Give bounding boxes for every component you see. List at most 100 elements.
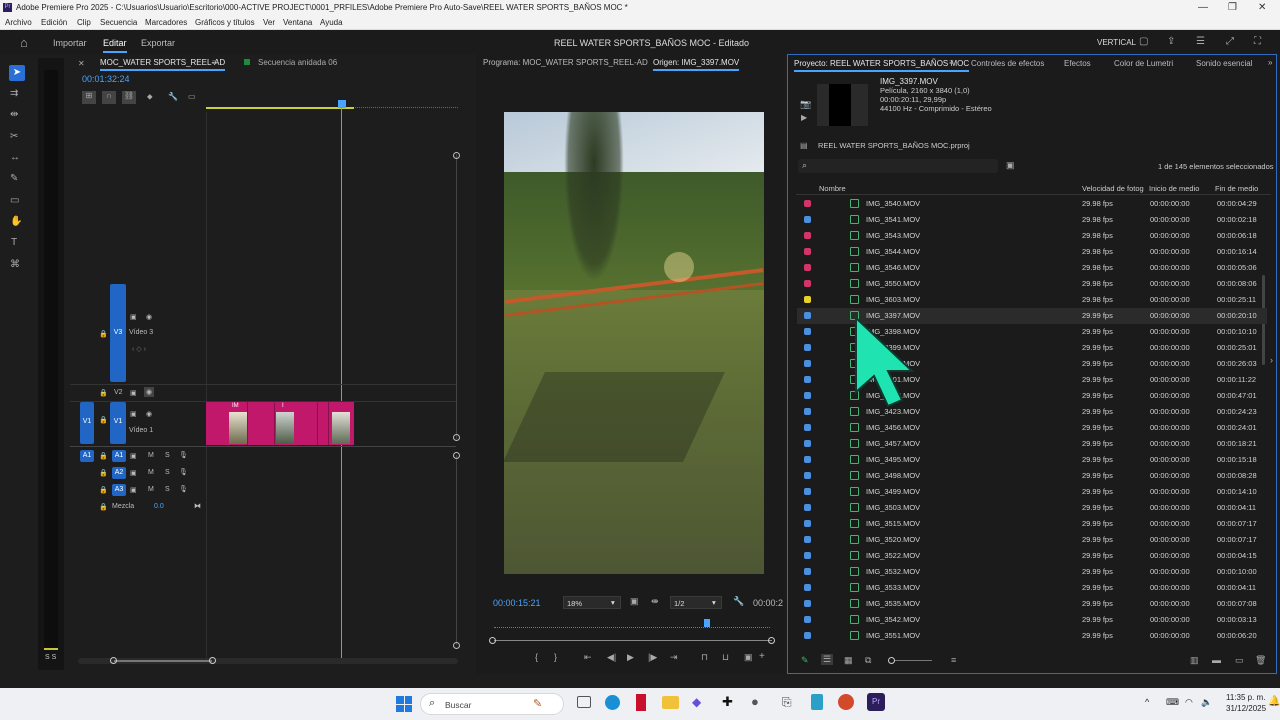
wrench-icon[interactable]: 🔧 [733, 596, 744, 607]
a2-mic-icon[interactable]: 🎙 [179, 468, 188, 476]
clipboard-icon[interactable]: ⎘ [782, 695, 792, 710]
a3-mic-icon[interactable]: 🎙 [179, 485, 188, 493]
mark-out-icon[interactable]: } [554, 652, 557, 662]
project-menu-icon[interactable]: ≡ [949, 58, 954, 67]
monitor-playhead[interactable] [704, 619, 710, 627]
marker-icon[interactable]: ⬥ [147, 92, 153, 102]
label-color-swatch[interactable] [804, 632, 811, 639]
linked-selection-icon[interactable]: ⛓ [122, 91, 136, 104]
mark-in-icon[interactable]: { [535, 652, 538, 662]
project-row[interactable]: IMG_3498.MOV 29.99 fps 00:00:00:00 00:00:08… [797, 468, 1267, 484]
project-row[interactable]: IMG_3533.MOV 29.99 fps 00:00:00:00 00:00:04… [797, 580, 1267, 596]
audio-scroll-handle-bottom[interactable] [453, 642, 460, 649]
work-area-bar[interactable] [206, 107, 354, 109]
tray-chevron-icon[interactable]: ^ [1145, 697, 1149, 707]
label-color-swatch[interactable] [804, 408, 811, 415]
tab-editar[interactable]: Editar [103, 38, 127, 53]
program-title[interactable]: Programa: MOC_WATER SPORTS_REEL-AD [483, 58, 648, 67]
menu-edicion[interactable]: Edición [41, 18, 67, 27]
a3-mute-button[interactable]: M [148, 486, 154, 493]
a2-mute-button[interactable]: M [148, 469, 154, 476]
tab-essential-sound[interactable]: Sonido esencial [1196, 59, 1252, 68]
v1-target[interactable]: V1 [110, 402, 126, 444]
label-color-swatch[interactable] [804, 312, 811, 319]
a1-mic-icon[interactable]: 🎙 [179, 451, 188, 459]
v3-keyframe-nav-icon[interactable]: ‹ ◇ › [132, 345, 146, 353]
project-row[interactable]: IMG_3495.MOV 29.99 fps 00:00:00:00 00:00:15… [797, 452, 1267, 468]
sequence-menu-icon[interactable]: ≡ [212, 58, 217, 67]
edge-icon[interactable] [605, 695, 620, 710]
label-color-swatch[interactable] [804, 424, 811, 431]
a1-mute-button[interactable]: M [148, 452, 154, 459]
label-color-swatch[interactable] [804, 264, 811, 271]
search-input[interactable]: ⌕ [798, 159, 998, 173]
timeline-clip[interactable] [249, 402, 275, 445]
close-button[interactable]: ✕ [1258, 2, 1266, 13]
game-icon[interactable]: ◆ [692, 695, 701, 709]
pen-tool-icon[interactable]: ✎ [10, 173, 18, 184]
thumb-size-handle[interactable] [888, 657, 895, 664]
tab-nested-sequence[interactable]: Secuencia anidada 06 [258, 58, 337, 67]
project-row[interactable]: IMG_3544.MOV 29.98 fps 00:00:00:00 00:00:16… [797, 244, 1267, 260]
v2-lock-icon[interactable]: 🔒 [99, 389, 108, 397]
mix-value[interactable]: 0.0 [154, 503, 164, 510]
razor-tool-icon[interactable]: ✂ [10, 131, 18, 142]
timeline-clip[interactable] [319, 402, 329, 445]
quick-export-icon[interactable]: ☰ [1196, 36, 1205, 47]
maximize-button[interactable]: ❐ [1228, 2, 1237, 13]
keyboard-icon[interactable]: ⌨ [1166, 697, 1179, 708]
label-color-swatch[interactable] [804, 392, 811, 399]
notepad-icon[interactable] [811, 694, 823, 710]
add-button-icon[interactable]: + [759, 651, 765, 662]
label-color-swatch[interactable] [804, 520, 811, 527]
pencil-icon[interactable]: ✎ [801, 655, 809, 666]
go-to-in-icon[interactable]: ⇤ [584, 652, 592, 663]
premiere-taskbar-icon[interactable]: Pr [867, 693, 885, 711]
project-row[interactable]: IMG_3551.MOV 29.99 fps 00:00:00:00 00:00:06… [797, 628, 1267, 644]
overwrite-icon[interactable]: ⊔ [722, 652, 729, 663]
label-color-swatch[interactable] [804, 600, 811, 607]
menu-clip[interactable]: Clip [77, 18, 91, 27]
audio-scroll-track[interactable] [456, 455, 457, 645]
playhead-handle[interactable] [338, 100, 346, 108]
go-to-out-icon[interactable]: ⇥ [670, 652, 678, 663]
v1-eye-icon[interactable]: ◉ [146, 410, 152, 418]
monitor-zoom-left[interactable] [489, 637, 496, 644]
hand-tool-icon[interactable]: ✋ [10, 216, 22, 227]
export-frame-icon[interactable]: ▣ [744, 652, 753, 663]
audio-scroll-handle-top[interactable] [453, 452, 460, 459]
type-tool-icon[interactable]: T [11, 237, 17, 248]
project-row[interactable]: IMG_3499.MOV 29.99 fps 00:00:00:00 00:00:14… [797, 484, 1267, 500]
tab-importar[interactable]: Importar [53, 38, 87, 48]
new-bin-icon[interactable]: ▣ [1006, 160, 1015, 171]
a1-target[interactable]: A1 [112, 450, 126, 462]
track-select-tool-icon[interactable]: ⇉ [10, 88, 18, 99]
a2-lock-icon[interactable]: 🔒 [99, 469, 108, 477]
slip-tool-icon[interactable]: ↔ [10, 152, 20, 163]
label-color-swatch[interactable] [804, 568, 811, 575]
monitor-ruler[interactable] [494, 624, 770, 628]
project-row[interactable]: IMG_3543.MOV 29.98 fps 00:00:00:00 00:00:06… [797, 228, 1267, 244]
label-color-swatch[interactable] [804, 616, 811, 623]
selection-tool-icon[interactable]: ➤ [9, 65, 25, 81]
step-forward-icon[interactable]: |▶ [648, 652, 657, 663]
project-row[interactable]: IMG_3540.MOV 29.98 fps 00:00:00:00 00:00:04… [797, 196, 1267, 212]
monitor-zoom-bar[interactable] [494, 640, 772, 641]
v2-sync-icon[interactable]: ▣ [130, 389, 137, 397]
automate-icon[interactable]: ▥ [1190, 655, 1199, 666]
tab-project[interactable]: Proyecto: REEL WATER SPORTS_BAÑOS MOC [794, 59, 970, 72]
project-row[interactable]: IMG_3541.MOV 29.98 fps 00:00:00:00 00:00:02… [797, 212, 1267, 228]
caption-tool-icon[interactable]: ⌘ [10, 259, 20, 270]
a3-target[interactable]: A3 [112, 484, 126, 496]
layout-icon[interactable]: ▢ [1139, 36, 1148, 47]
a1-source-patch[interactable]: A1 [80, 450, 94, 462]
a3-sync-icon[interactable]: ▣ [130, 486, 137, 494]
label-color-swatch[interactable] [804, 216, 811, 223]
task-view-icon[interactable] [577, 696, 591, 708]
a3-lock-icon[interactable]: 🔒 [99, 486, 108, 494]
project-row[interactable]: IMG_3603.MOV 29.98 fps 00:00:00:00 00:00:25… [797, 292, 1267, 308]
workspace-vertical[interactable]: VERTICAL [1097, 38, 1136, 47]
a1-lock-icon[interactable]: 🔒 [99, 452, 108, 460]
media-player-icon[interactable] [838, 694, 854, 710]
video-scroll-track[interactable] [456, 154, 457, 439]
